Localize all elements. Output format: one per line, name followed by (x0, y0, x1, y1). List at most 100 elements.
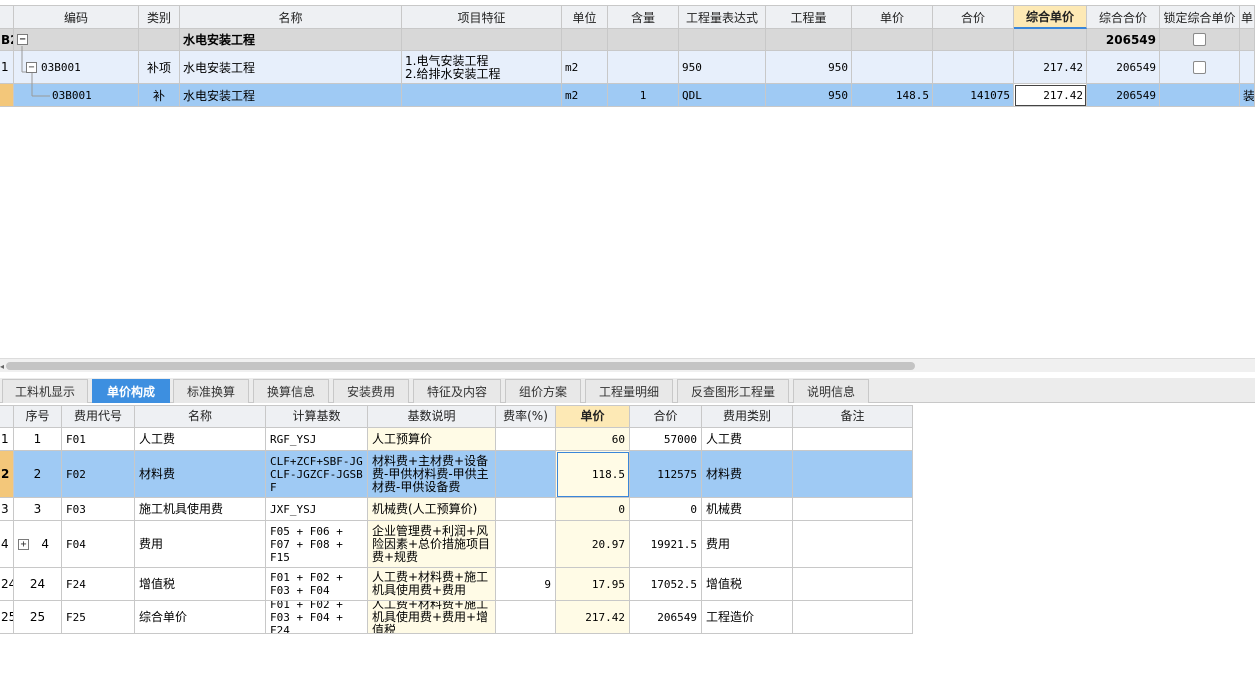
expr-cell[interactable]: 950 (679, 51, 766, 84)
rate-cell[interactable] (496, 601, 556, 634)
name-cell[interactable]: 水电安装工程 (180, 29, 402, 51)
rate-cell[interactable] (496, 428, 556, 451)
rate-cell[interactable] (496, 498, 556, 521)
tab-pricing-plan[interactable]: 组价方案 (505, 379, 581, 403)
header-total[interactable]: 合价 (630, 405, 702, 428)
lock-price-checkbox[interactable] (1193, 60, 1206, 74)
unit-price-cell[interactable]: 217.42 (1014, 84, 1087, 107)
table-row[interactable]: 03B001 补 水电安装工程 m2 1 QDL 950 148.5 14107… (0, 84, 1255, 107)
category-cell[interactable]: 机械费 (702, 498, 793, 521)
tab-reverse-graphic-quantity[interactable]: 反查图形工程量 (677, 379, 789, 403)
fee-code-cell[interactable]: F25 (62, 601, 135, 634)
header-note[interactable]: 备注 (793, 405, 913, 428)
content-cell (608, 51, 679, 84)
tab-notes[interactable]: 说明信息 (793, 379, 869, 403)
header-base[interactable]: 计算基数 (266, 405, 368, 428)
note-cell[interactable] (793, 451, 913, 498)
collapse-icon[interactable]: − (17, 34, 28, 45)
header-name[interactable]: 名称 (180, 5, 402, 29)
note-cell[interactable] (793, 601, 913, 634)
header-base-desc[interactable]: 基数说明 (368, 405, 496, 428)
fee-code-cell[interactable]: F24 (62, 568, 135, 601)
fee-code-cell[interactable]: F02 (62, 451, 135, 498)
tab-conversion-info[interactable]: 换算信息 (253, 379, 329, 403)
total-cell: 0 (630, 498, 702, 521)
tab-standard-conversion[interactable]: 标准换算 (173, 379, 249, 403)
features-cell[interactable]: 1.电气安装工程 2.给排水安装工程 (402, 51, 562, 84)
collapse-icon[interactable]: − (26, 61, 37, 73)
tab-material-machine[interactable]: 工料机显示 (2, 379, 88, 403)
header-total[interactable]: 合价 (933, 5, 1014, 29)
table-row[interactable]: 2 2 F02 材料费 CLF+ZCF+SBF-JGCLF-JGZCF-JGSB… (0, 451, 913, 498)
header-price[interactable]: 单价 (556, 405, 630, 428)
header-unit[interactable]: 单位 (562, 5, 608, 29)
rate-cell[interactable] (496, 451, 556, 498)
header-unit-price[interactable]: 综合单价 (1014, 5, 1087, 29)
header-name[interactable]: 名称 (135, 405, 266, 428)
name-cell[interactable]: 综合单价 (135, 601, 266, 634)
table-row[interactable]: 1 − 03B001 补项 水电安装工程 1.电气安装工程 2.给排水安装工程 … (0, 51, 1255, 84)
price-cell[interactable]: 118.5 (556, 451, 630, 498)
table-row[interactable]: 1 1 F01 人工费 RGF_YSJ 人工预算价 60 57000 人工费 (0, 428, 913, 451)
base-cell[interactable]: JXF_YSJ (266, 498, 368, 521)
category-cell[interactable]: 材料费 (702, 451, 793, 498)
category-cell[interactable]: 人工费 (702, 428, 793, 451)
base-cell[interactable]: CLF+ZCF+SBF-JGCLF-JGZCF-JGSBF (266, 451, 368, 498)
note-cell[interactable] (793, 498, 913, 521)
header-features[interactable]: 项目特征 (402, 5, 562, 29)
table-row[interactable]: B2 − 水电安装工程 206549 (0, 29, 1255, 51)
header-code[interactable]: 编码 (14, 5, 139, 29)
note-cell[interactable] (793, 521, 913, 568)
extra-cell (1240, 51, 1255, 84)
header-rate[interactable]: 费率(%) (496, 405, 556, 428)
header-type[interactable]: 类别 (139, 5, 180, 29)
name-cell[interactable]: 材料费 (135, 451, 266, 498)
header-total-price[interactable]: 综合合价 (1087, 5, 1160, 29)
table-row[interactable]: 4 + 4 F04 费用 F05 + F06 + F07 + F08 + F15… (0, 521, 913, 568)
tab-quantity-detail[interactable]: 工程量明细 (585, 379, 673, 403)
header-category[interactable]: 费用类别 (702, 405, 793, 428)
category-cell[interactable]: 增值税 (702, 568, 793, 601)
horizontal-scrollbar[interactable]: ◂ (0, 358, 1255, 372)
expr-cell[interactable]: QDL (679, 84, 766, 107)
note-cell[interactable] (793, 428, 913, 451)
header-content[interactable]: 含量 (608, 5, 679, 29)
tab-price-composition[interactable]: 单价构成 (92, 379, 170, 403)
name-cell[interactable]: 水电安装工程 (180, 84, 402, 107)
name-cell[interactable]: 人工费 (135, 428, 266, 451)
name-cell[interactable]: 费用 (135, 521, 266, 568)
table-row[interactable]: 3 3 F03 施工机具使用费 JXF_YSJ 机械费(人工预算价) 0 0 机… (0, 498, 913, 521)
scrollbar-thumb[interactable] (6, 362, 915, 370)
category-cell[interactable]: 费用 (702, 521, 793, 568)
base-cell[interactable]: F05 + F06 + F07 + F08 + F15 (266, 521, 368, 568)
category-cell[interactable]: 工程造价 (702, 601, 793, 634)
base-cell[interactable]: F01 + F02 + F03 + F04 (266, 568, 368, 601)
header-lock-price[interactable]: 锁定综合单价 (1160, 5, 1240, 29)
code-cell: − (14, 29, 139, 51)
fee-code-cell[interactable]: F03 (62, 498, 135, 521)
name-cell[interactable]: 增值税 (135, 568, 266, 601)
lock-price-checkbox[interactable] (1193, 33, 1206, 46)
tab-features-content[interactable]: 特征及内容 (413, 379, 501, 403)
tab-installation-fees[interactable]: 安装费用 (333, 379, 409, 403)
base-cell[interactable]: RGF_YSJ (266, 428, 368, 451)
rate-cell[interactable]: 9 (496, 568, 556, 601)
table-row[interactable]: 25 25 F25 综合单价 F01 + F02 + F03 + F04 + F… (0, 601, 913, 634)
header-seq[interactable]: 序号 (14, 405, 62, 428)
fee-code-cell[interactable]: F04 (62, 521, 135, 568)
fee-code-cell[interactable]: F01 (62, 428, 135, 451)
header-expr[interactable]: 工程量表达式 (679, 5, 766, 29)
expand-icon[interactable]: + (18, 538, 29, 550)
content-cell[interactable]: 1 (608, 84, 679, 107)
header-qty[interactable]: 工程量 (766, 5, 852, 29)
header-fee-code[interactable]: 费用代号 (62, 405, 135, 428)
base-cell[interactable]: F01 + F02 + F03 + F04 + F24 (266, 601, 368, 634)
note-cell[interactable] (793, 568, 913, 601)
header-price[interactable]: 单价 (852, 5, 933, 29)
table-row[interactable]: 24 24 F24 增值税 F01 + F02 + F03 + F04 人工费+… (0, 568, 913, 601)
name-cell[interactable]: 施工机具使用费 (135, 498, 266, 521)
scroll-left-icon[interactable]: ◂ (0, 362, 5, 371)
rate-cell[interactable] (496, 521, 556, 568)
name-cell[interactable]: 水电安装工程 (180, 51, 402, 84)
header-extra[interactable]: 单 (1240, 5, 1255, 29)
